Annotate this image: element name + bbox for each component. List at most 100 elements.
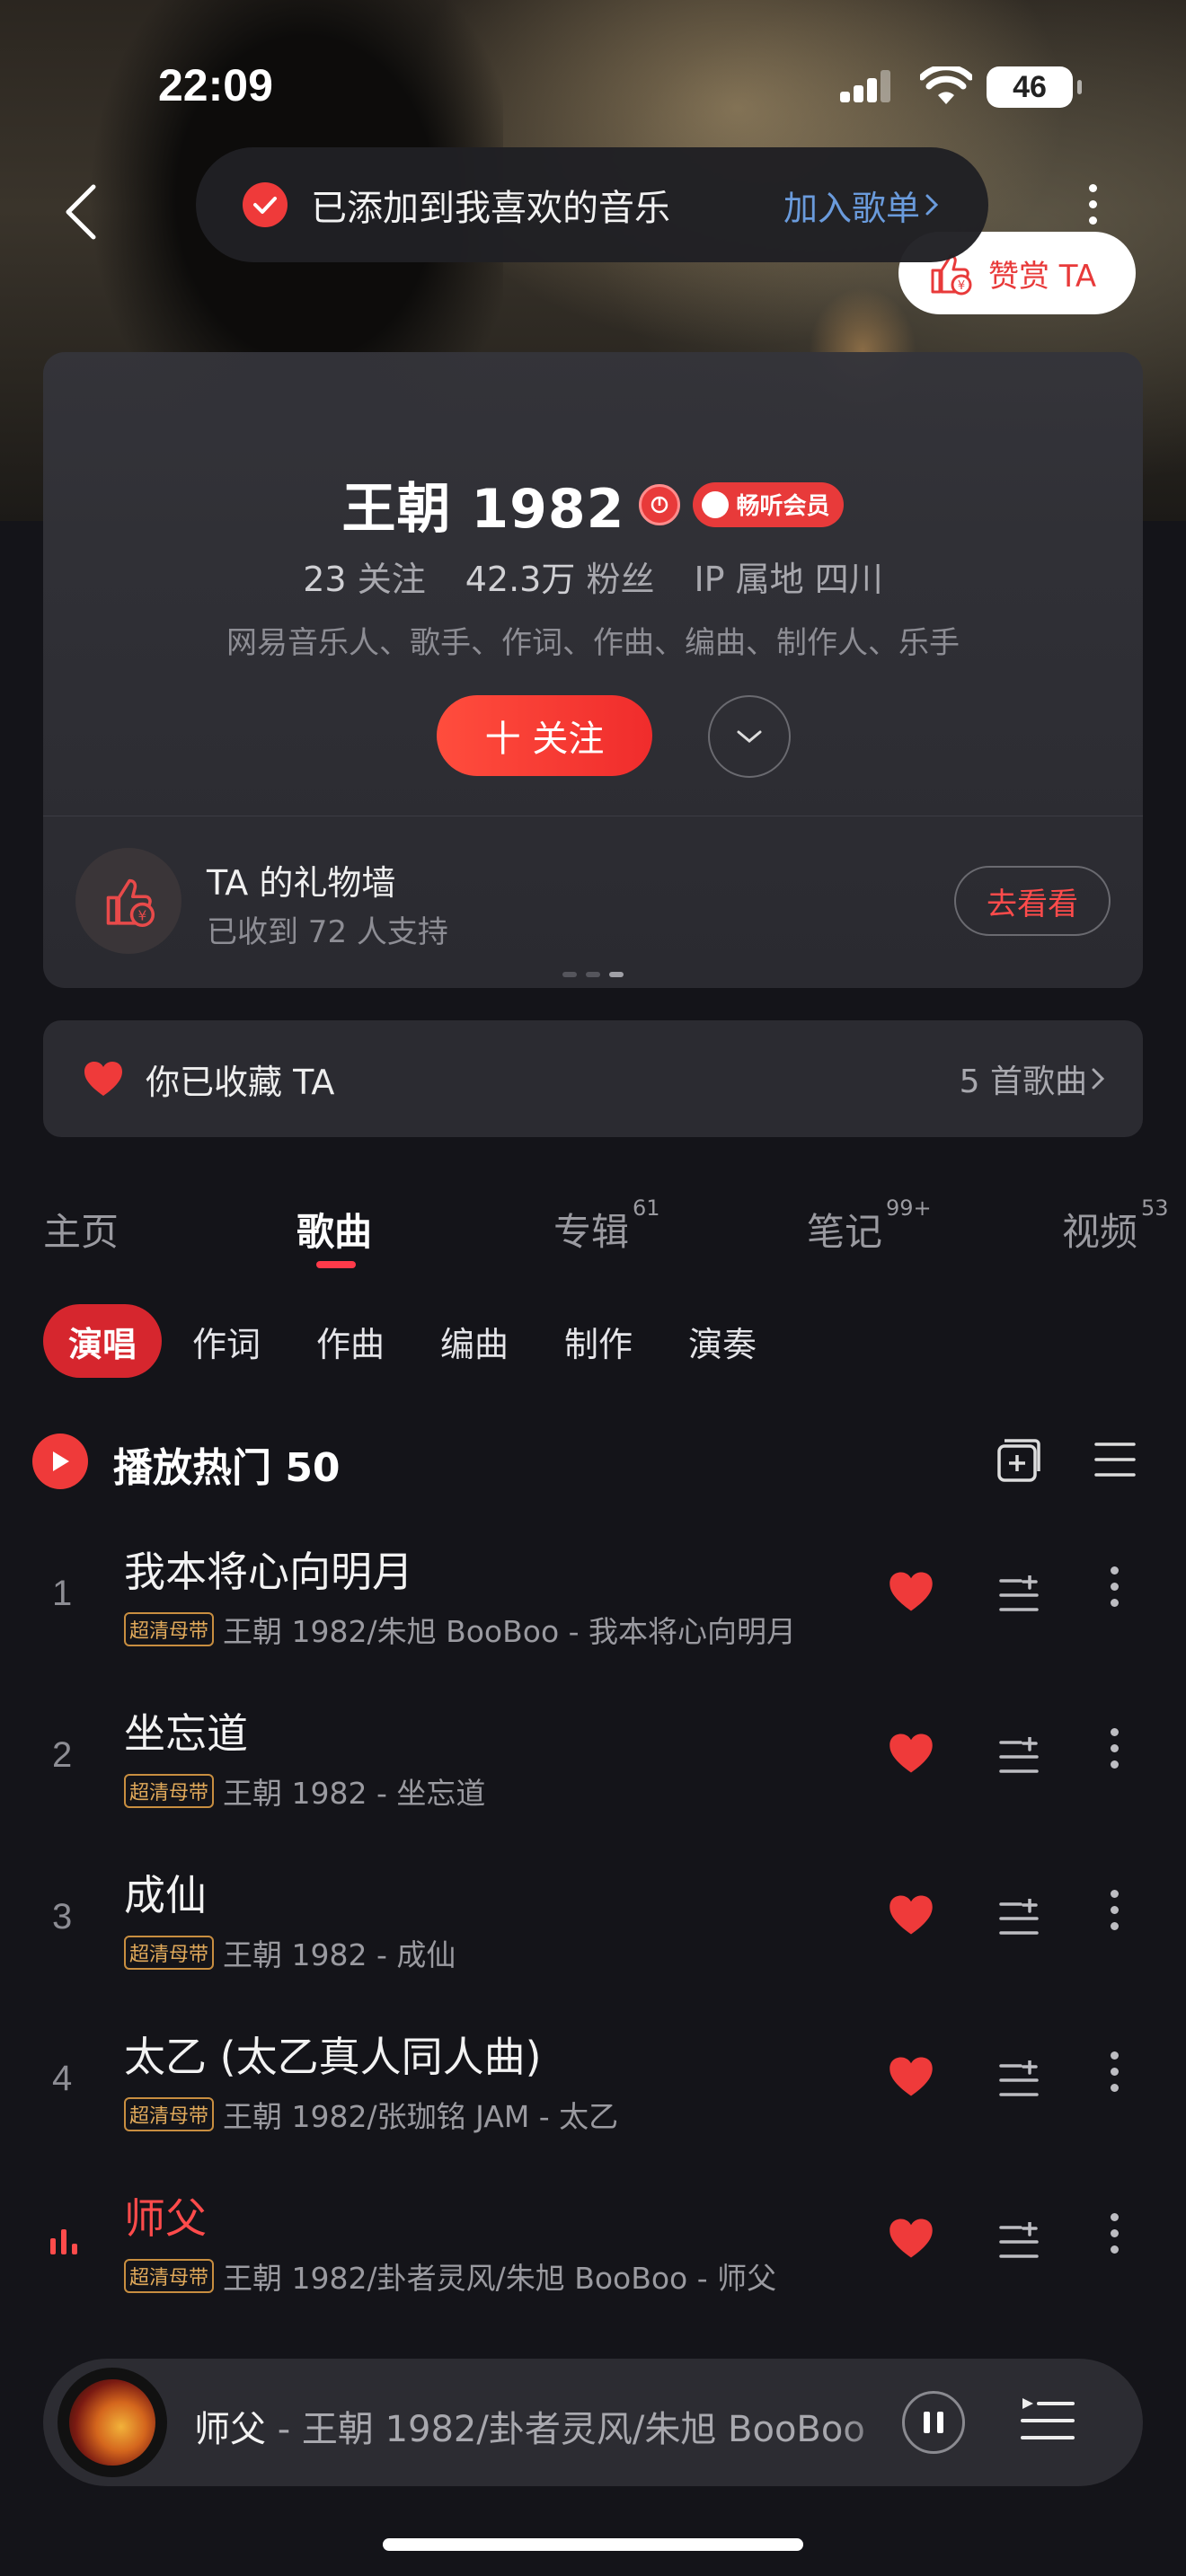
now-playing-title: 师父 - 王朝 1982/卦者灵风/朱旭 BooBoo xyxy=(194,2409,865,2450)
play-hot-label[interactable]: 播放热门 50 xyxy=(113,1435,341,1493)
follow-button[interactable]: 十 关注 xyxy=(437,695,652,776)
expand-button[interactable] xyxy=(708,695,791,778)
gift-wall-title: TA 的礼物墙 xyxy=(207,863,396,903)
tab-songs[interactable]: 歌曲 xyxy=(296,1202,372,1257)
song-number: 4 xyxy=(52,2059,73,2098)
filter-arrange[interactable]: 编曲 xyxy=(440,1304,509,1378)
follow-count[interactable]: 23 xyxy=(303,560,346,599)
add-to-queue-icon[interactable] xyxy=(997,2060,1040,2100)
song-more-button[interactable] xyxy=(1109,1566,1120,1615)
song-title: 坐忘道 xyxy=(124,1709,248,1758)
song-number: 3 xyxy=(52,1897,73,1936)
gift-wall-icon: ¥ xyxy=(75,848,181,954)
song-row[interactable]: 1 我本将心向明月超清母带 王朝 1982/朱旭 BooBoo - 我本将心向明月 xyxy=(0,1520,1186,1681)
profile-card: 王朝 1982 畅听会员 23 关注 42.3万 粉丝 IP 属地 四川 网易音乐人… xyxy=(43,352,1143,988)
liked-heart-icon[interactable] xyxy=(888,2055,934,2098)
master-quality-tag: 超清母带 xyxy=(124,1612,215,1646)
tab-videos[interactable]: 视频53 xyxy=(1062,1195,1169,1257)
filter-lyrics[interactable]: 作词 xyxy=(192,1304,261,1378)
tab-albums[interactable]: 专辑61 xyxy=(553,1195,660,1257)
song-meta: 王朝 1982/张珈铭 JAM - 太乙 xyxy=(223,2099,619,2134)
liked-heart-icon[interactable] xyxy=(888,2217,934,2260)
add-to-queue-icon[interactable] xyxy=(997,2222,1040,2262)
filter-sing[interactable]: 演唱 xyxy=(43,1304,163,1378)
song-meta: 王朝 1982 - 坐忘道 xyxy=(223,1776,486,1811)
master-quality-tag: 超清母带 xyxy=(124,2097,215,2131)
vip-icon xyxy=(702,490,730,518)
back-button[interactable] xyxy=(58,176,111,248)
multi-select-icon[interactable] xyxy=(1094,1441,1136,1478)
gift-wall-subtitle: 已收到 72 人支持 xyxy=(207,914,448,950)
song-more-button[interactable] xyxy=(1109,2213,1120,2262)
song-more-button[interactable] xyxy=(1109,1890,1120,1938)
pause-button[interactable] xyxy=(902,2391,965,2454)
song-more-button[interactable] xyxy=(1109,2051,1120,2100)
add-to-queue-icon[interactable] xyxy=(997,1575,1040,1615)
add-to-playlist-link[interactable]: 加入歌单 xyxy=(783,181,943,230)
musician-badge-icon xyxy=(639,483,681,525)
chevron-right-icon xyxy=(1092,1068,1105,1090)
play-all-button[interactable] xyxy=(32,1434,88,1489)
playlist-queue-icon[interactable] xyxy=(1019,2393,1076,2448)
song-title: 我本将心向明月 xyxy=(124,1548,413,1596)
song-number: 2 xyxy=(52,1735,73,1775)
toast-message: 已添加到我喜欢的音乐 xyxy=(311,188,670,229)
add-to-queue-icon[interactable] xyxy=(997,1899,1040,1938)
add-to-playlist-icon[interactable] xyxy=(996,1437,1042,1484)
status-time: 22:09 xyxy=(158,60,273,110)
tab-notes[interactable]: 笔记99+ xyxy=(807,1195,932,1257)
videos-count: 53 xyxy=(1141,1195,1169,1221)
filter-compose[interactable]: 作曲 xyxy=(316,1304,385,1378)
status-bar: 22:09 46 xyxy=(0,0,1186,171)
album-cover xyxy=(58,2368,167,2477)
mini-player[interactable]: 师父 - 王朝 1982/卦者灵风/朱旭 BooBoo xyxy=(43,2359,1143,2486)
artist-name: 王朝 1982 xyxy=(341,478,625,541)
song-number: 1 xyxy=(52,1574,73,1613)
song-title: 太乙 (太乙真人同人曲) xyxy=(124,2033,542,2081)
collected-label: 你已收藏 TA xyxy=(146,1062,335,1102)
song-row[interactable]: 师父超清母带 王朝 1982/卦者灵风/朱旭 BooBoo - 师父 xyxy=(0,2166,1186,2328)
song-meta: 王朝 1982 - 成仙 xyxy=(223,1937,456,1972)
song-meta: 王朝 1982/朱旭 BooBoo - 我本将心向明月 xyxy=(223,1614,797,1649)
view-gifts-button[interactable]: 去看看 xyxy=(954,866,1111,936)
now-playing-icon xyxy=(50,2228,83,2254)
tab-home[interactable]: 主页 xyxy=(43,1202,119,1257)
filter-perform[interactable]: 演奏 xyxy=(688,1304,757,1378)
master-quality-tag: 超清母带 xyxy=(124,1774,215,1808)
wifi-icon xyxy=(920,66,972,104)
liked-heart-icon[interactable] xyxy=(888,1893,934,1936)
filter-produce[interactable]: 制作 xyxy=(564,1304,633,1378)
fans-count[interactable]: 42.3万 xyxy=(465,560,576,599)
active-tab-indicator xyxy=(316,1261,356,1268)
cellular-signal-icon xyxy=(840,70,890,102)
master-quality-tag: 超清母带 xyxy=(124,2259,215,2293)
more-options-button[interactable] xyxy=(1075,176,1111,230)
song-title: 成仙 xyxy=(124,1871,207,1919)
liked-heart-icon[interactable] xyxy=(888,1570,934,1613)
ip-location: IP 属地 四川 xyxy=(694,560,883,599)
master-quality-tag: 超清母带 xyxy=(124,1936,215,1970)
add-to-queue-icon[interactable] xyxy=(997,1737,1040,1777)
carousel-dots xyxy=(562,972,633,977)
song-title: 师父 xyxy=(124,2194,207,2243)
song-more-button[interactable] xyxy=(1109,1728,1120,1777)
svg-text:¥: ¥ xyxy=(138,907,147,923)
liked-heart-icon[interactable] xyxy=(888,1732,934,1775)
play-icon xyxy=(53,1451,69,1471)
collected-count: 5 首歌曲 xyxy=(960,1055,1109,1102)
svg-text:¥: ¥ xyxy=(958,279,965,293)
artist-stats: 23 关注 42.3万 粉丝 IP 属地 四川 xyxy=(303,560,883,599)
home-indicator xyxy=(383,2538,803,2551)
song-meta: 王朝 1982/卦者灵风/朱旭 BooBoo - 师父 xyxy=(223,2261,777,2296)
heart-icon xyxy=(84,1062,122,1096)
song-row[interactable]: 2 坐忘道超清母带 王朝 1982 - 坐忘道 xyxy=(0,1681,1186,1843)
song-row[interactable]: 3 成仙超清母带 王朝 1982 - 成仙 xyxy=(0,1843,1186,2005)
chevron-down-icon xyxy=(737,730,762,743)
collected-bar[interactable]: 你已收藏 TA 5 首歌曲 xyxy=(43,1020,1143,1137)
notes-count: 99+ xyxy=(886,1195,932,1221)
chevron-right-icon xyxy=(925,194,939,216)
added-toast: 已添加到我喜欢的音乐 加入歌单 xyxy=(196,147,988,262)
battery-indicator: 46 xyxy=(987,66,1082,108)
song-row[interactable]: 4 太乙 (太乙真人同人曲) 超清母带 王朝 1982/张珈铭 JAM - 太乙 xyxy=(0,2005,1186,2166)
vip-badge: 畅听会员 xyxy=(693,481,845,527)
